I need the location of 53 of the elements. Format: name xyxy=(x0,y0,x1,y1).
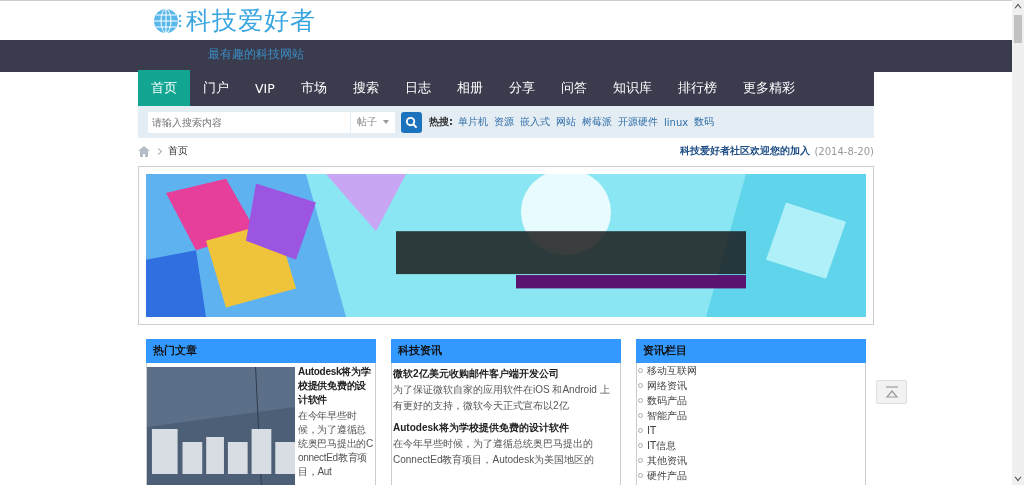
article-summary: 在今年早些时候，为了遵循总统奥巴马提出的ConnectEd教育项目，Aut xyxy=(298,409,374,479)
hot-search-link[interactable]: 开源硬件 xyxy=(618,115,658,129)
category-link[interactable]: 移动互联网 xyxy=(647,363,697,378)
category-link[interactable]: 智能产品 xyxy=(647,408,687,423)
hot-search-link[interactable]: 单片机 xyxy=(458,115,488,129)
news-summary: 为了保证微软自家的应用软件在iOS 和Android 上有更好的支持，微软今天正式宣布以2亿 xyxy=(393,383,611,413)
scroll-up-icon[interactable] xyxy=(1014,3,1022,9)
nav-tab[interactable]: 更多精彩 xyxy=(729,70,808,106)
category-link[interactable]: 其他资讯 xyxy=(647,453,687,468)
nav-tab[interactable]: 日志 xyxy=(391,70,444,106)
arrow-up-icon xyxy=(884,386,899,398)
nav-tab[interactable]: 问答 xyxy=(547,70,600,106)
category-link[interactable]: 网络资讯 xyxy=(647,378,687,393)
back-to-top-button[interactable] xyxy=(876,380,907,404)
nav-tab[interactable]: 市场 xyxy=(287,70,340,106)
hot-search-link[interactable]: linux xyxy=(664,116,689,128)
caret-icon xyxy=(383,120,389,124)
nav-tab[interactable]: 排行榜 xyxy=(664,70,730,106)
news-summary: 在今年早些时候，为了遵循总统奥巴马提出的ConnectEd教育项目，Autodesk为美国地区的 xyxy=(393,437,596,467)
article-title[interactable]: Autodesk将为学校提供免费的设计软件 xyxy=(298,365,375,407)
hot-search-link[interactable]: 嵌入式 xyxy=(520,115,550,129)
search-button[interactable] xyxy=(401,111,422,133)
nav-tab[interactable]: VIP xyxy=(242,70,288,106)
hot-search-label: 热搜: xyxy=(429,115,453,129)
nav-tab[interactable]: 相册 xyxy=(443,70,496,106)
nav-tab[interactable]: 搜索 xyxy=(339,70,392,106)
category-link[interactable]: 数码产品 xyxy=(647,393,687,408)
nav-tab[interactable]: 门户 xyxy=(190,70,242,106)
nav-tab[interactable]: 知识库 xyxy=(599,70,665,106)
search-field[interactable]: 请输入搜索内容 xyxy=(148,111,351,133)
scroll-thumb[interactable] xyxy=(1014,15,1022,43)
nav-tab[interactable]: 分享 xyxy=(495,70,548,106)
category-link[interactable]: IT信息 xyxy=(647,438,677,453)
panel-header: 热门文章 xyxy=(146,339,376,363)
scope-dropdown[interactable]: 帖子 xyxy=(351,111,395,133)
search-icon xyxy=(405,115,418,129)
hot-search-link[interactable]: 资源 xyxy=(494,115,514,129)
site-tagline: 最有趣的科技网站 xyxy=(208,46,304,63)
news-title[interactable]: Autodesk将为学校提供免费的设计软件 xyxy=(393,420,619,436)
breadcrumb-link[interactable]: 首页 xyxy=(168,144,188,158)
welcome-text: 科技爱好者社区欢迎您的加入 xyxy=(680,144,811,158)
hot-search-link[interactable]: 网站 xyxy=(556,115,576,129)
category-link[interactable]: IT xyxy=(647,423,657,438)
scrollbar[interactable] xyxy=(1012,0,1024,485)
panel-header: 资讯栏目 xyxy=(636,339,866,363)
welcome-date: (2014-8-20) xyxy=(814,145,874,157)
scroll-down-icon[interactable] xyxy=(1014,476,1022,482)
panel-header: 科技资讯 xyxy=(391,339,621,363)
hot-search-link[interactable]: 树莓派 xyxy=(582,115,612,129)
hot-search-link[interactable]: 数码 xyxy=(694,115,715,129)
home-icon[interactable] xyxy=(138,145,150,157)
news-title[interactable]: 微软2亿美元收购邮件客户端开发公司 xyxy=(393,366,619,382)
category-link[interactable]: 硬件产品 xyxy=(647,468,687,483)
